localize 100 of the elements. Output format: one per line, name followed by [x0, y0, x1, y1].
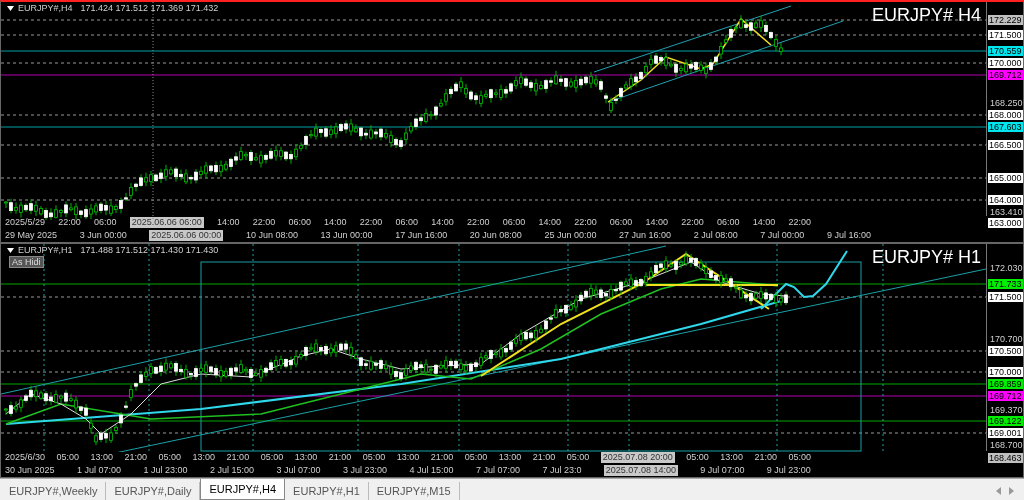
price-label: 166.500 [988, 140, 1023, 150]
price-label: 163.000 [988, 218, 1023, 228]
time-label: 1 Jul 07:00 [77, 465, 122, 476]
chart-tab[interactable]: EURJPY#,M15 [368, 482, 460, 500]
time-label: 14:00 [752, 217, 776, 228]
time-label: 3 Jul 23:00 [342, 465, 387, 476]
time-label: 05:00 [260, 452, 284, 463]
price-label: 171.500 [988, 30, 1023, 40]
price-label: 168.000 [988, 110, 1023, 120]
price-label: 164.000 [988, 195, 1023, 205]
chart-tab[interactable]: EURJPY#,H4 [200, 479, 286, 500]
time-label: 05:00 [566, 452, 590, 463]
time-label: 22:00 [574, 217, 597, 228]
time-label: 29 May 2025 [5, 230, 58, 241]
time-label: 05:00 [464, 452, 488, 463]
price-label: 170.000 [988, 58, 1023, 68]
price-label: 169.712 [988, 391, 1023, 401]
time-label: 9 Jul 16:00 [826, 230, 871, 241]
time-label: 21:00 [328, 452, 352, 463]
time-label: 14:00 [538, 217, 561, 228]
time-label: 06:00 [395, 217, 419, 228]
time-label: 14:00 [431, 217, 454, 228]
time-label: 13 Jun 00:00 [320, 230, 373, 241]
time-label: 05:00 [788, 452, 811, 463]
time-label: 25 Jun 00:00 [544, 230, 597, 241]
time-label: 05:00 [158, 452, 182, 463]
price-label: 170.559 [988, 46, 1023, 56]
time-label: 14:00 [645, 217, 669, 228]
time-label: 06:00 [609, 217, 633, 228]
price-label: 168.250 [990, 98, 1023, 108]
chart-title: EURJPY# H4 [871, 4, 981, 26]
time-label: 20 Jun 08:00 [469, 230, 522, 241]
chart-tab[interactable]: EURJPY#,Weekly [1, 482, 107, 500]
time-label: 22:00 [466, 217, 490, 228]
hide-button[interactable]: As Hidi [9, 256, 44, 268]
price-label: 170.000 [988, 367, 1023, 377]
price-label: 172.030 [990, 263, 1023, 273]
time-label: 9 Jul 07:00 [700, 465, 745, 476]
time-label: 06:00 [502, 217, 526, 228]
time-label: 2025/5/29 [5, 217, 46, 228]
time-label: 9 Jul 23:00 [766, 465, 811, 476]
price-label: 169.859 [988, 379, 1023, 389]
time-label: 1 Jul 23:00 [143, 465, 188, 476]
time-label: 05:00 [686, 452, 709, 463]
time-label: 21:00 [754, 452, 777, 463]
symbol-label: EURJPY#,H4 [18, 3, 73, 14]
dropdown-triangle-icon[interactable] [7, 6, 14, 11]
time-label: 22:00 [359, 217, 383, 228]
dropdown-triangle-icon[interactable] [7, 248, 14, 253]
price-label: 163.410 [990, 207, 1023, 217]
time-label: 3 Jun 00:00 [79, 230, 127, 241]
price-label: 172.229 [988, 15, 1023, 25]
time-label: 7 Jul 23:0 [542, 465, 582, 476]
time-label: 30 Jun 2025 [5, 465, 55, 476]
price-label: 171.500 [988, 292, 1023, 302]
time-label: 06:00 [93, 217, 117, 228]
price-label: 171.733 [988, 279, 1023, 289]
time-label: 13:00 [396, 452, 420, 463]
cursor-time-label: 2025.07.08 14:00 [603, 465, 678, 476]
time-label: 21:00 [226, 452, 250, 463]
time-label: 06:00 [288, 217, 311, 228]
price-label: 169.712 [988, 70, 1023, 80]
time-label: 22:00 [788, 217, 811, 228]
time-label: 22:00 [252, 217, 276, 228]
time-label: 21:00 [532, 452, 556, 463]
price-label: 169.001 [988, 428, 1023, 438]
price-label: 167.603 [988, 122, 1023, 132]
time-label: 13:00 [720, 452, 743, 463]
time-label: 21:00 [430, 452, 454, 463]
price-label: 170.500 [988, 346, 1023, 356]
price-label: 169.370 [990, 405, 1023, 415]
time-label: 27 Jun 16:00 [619, 230, 672, 241]
time-label: 06:00 [717, 217, 740, 228]
price-label: 168.700 [990, 440, 1023, 450]
time-label: 2 Jul 08:00 [693, 230, 738, 241]
time-label: 22:00 [58, 217, 81, 228]
time-label: 13:00 [192, 452, 216, 463]
time-label: 05:00 [362, 452, 386, 463]
time-label: 10 Jun 08:00 [245, 230, 298, 241]
time-label: 13:00 [294, 452, 318, 463]
time-label: 13:00 [90, 452, 114, 463]
time-label: 7 Jul 07:00 [475, 465, 520, 476]
price-label: 169.122 [988, 416, 1023, 426]
time-label: 21:00 [124, 452, 148, 463]
time-label: 7 Jul 00:00 [760, 230, 805, 241]
price-label: 170.700 [990, 334, 1023, 344]
price-label: 168.463 [988, 453, 1023, 463]
cursor-time-label: 2025.06.06 06:00 [129, 217, 204, 228]
chart-title: EURJPY# H1 [871, 246, 981, 268]
time-label: 2025/6/30 [5, 452, 46, 463]
quote-values: 171.424 171.512 171.369 171.432 [80, 3, 219, 14]
time-label: 22:00 [681, 217, 704, 228]
time-label: 2 Jul 15:00 [209, 465, 254, 476]
quote-values: 171.488 171.512 171.430 171.430 [80, 245, 219, 256]
price-label: 165.000 [988, 173, 1023, 183]
cursor-time-label: 2025.06.06 00:00 [149, 230, 224, 241]
symbol-label: EURJPY#,H1 [18, 245, 73, 256]
time-label: 13:00 [498, 452, 522, 463]
chart-tab[interactable]: EURJPY#,H1 [285, 482, 369, 500]
time-label: 4 Jul 15:00 [409, 465, 454, 476]
